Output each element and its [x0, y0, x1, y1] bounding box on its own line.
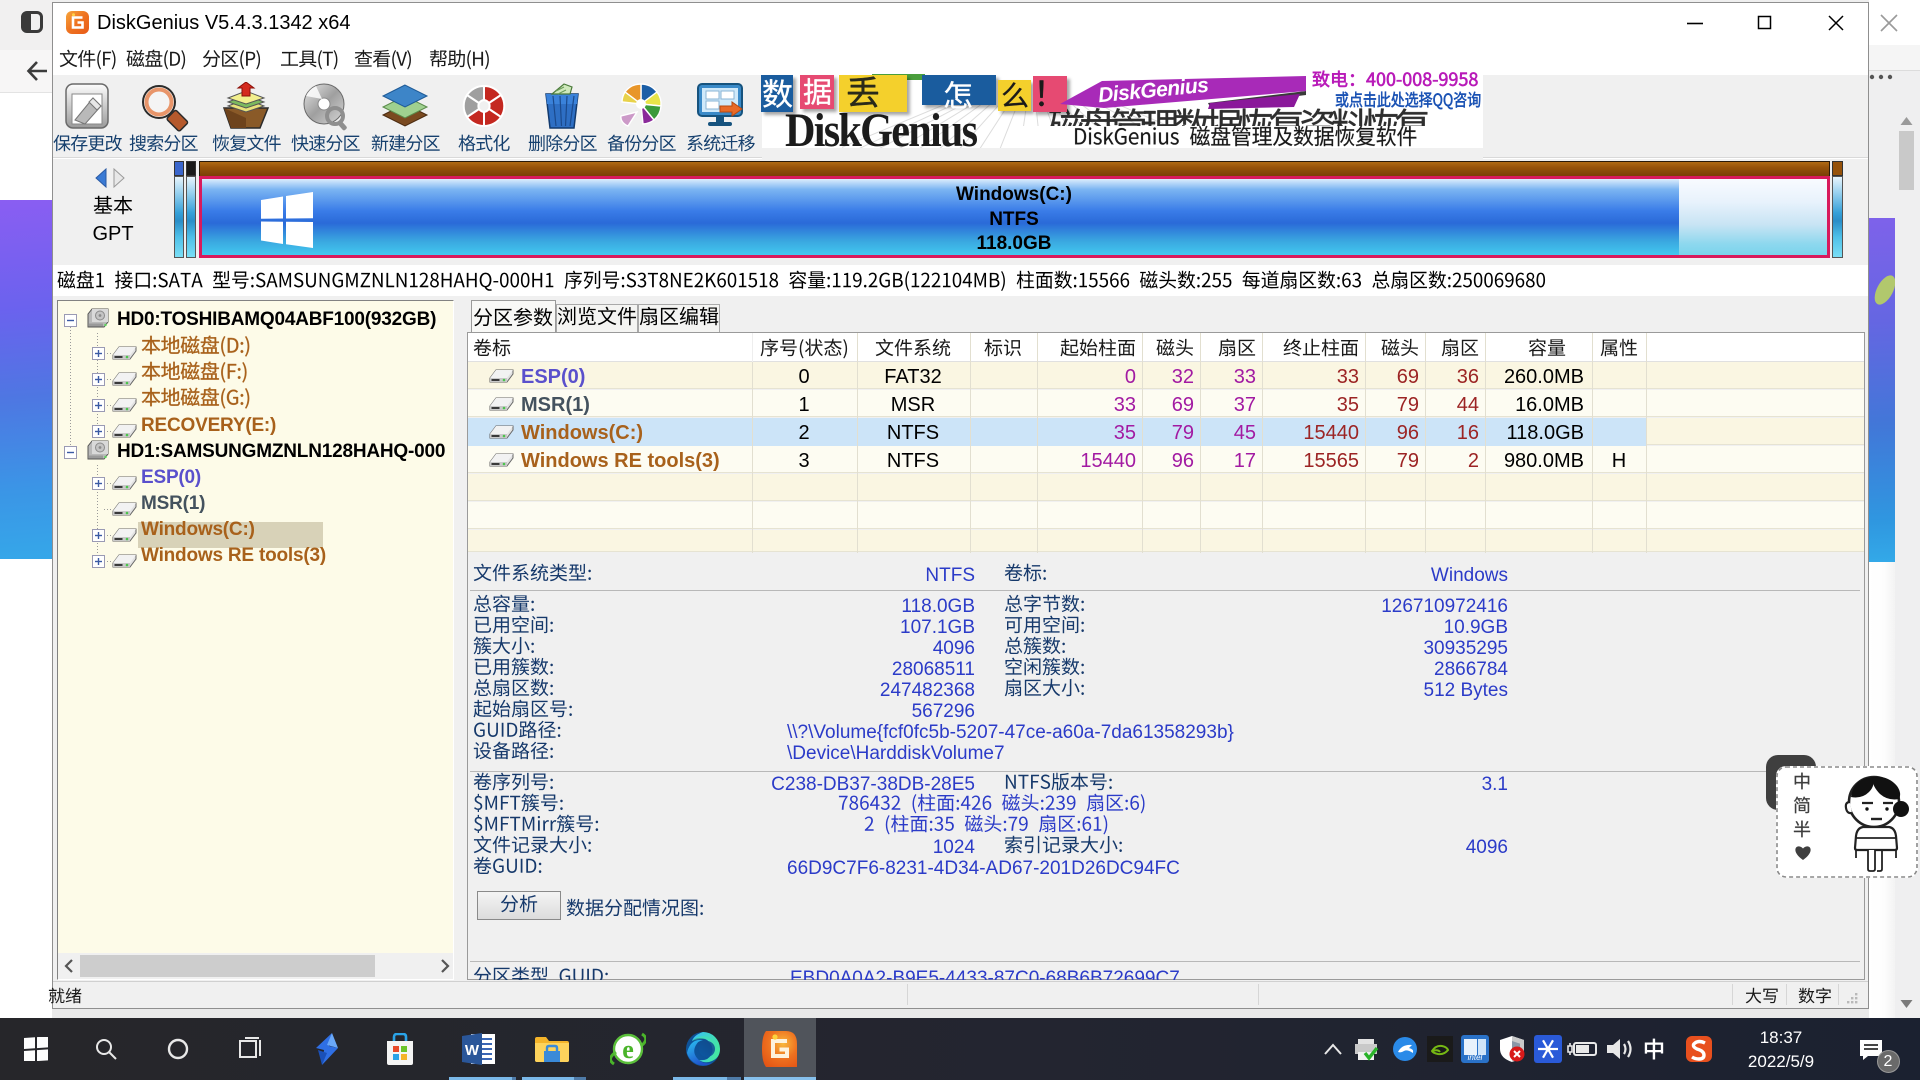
svg-text:e: e [622, 1035, 634, 1064]
svg-text:W: W [465, 1042, 480, 1059]
svg-text:intel: intel [1468, 1053, 1483, 1062]
